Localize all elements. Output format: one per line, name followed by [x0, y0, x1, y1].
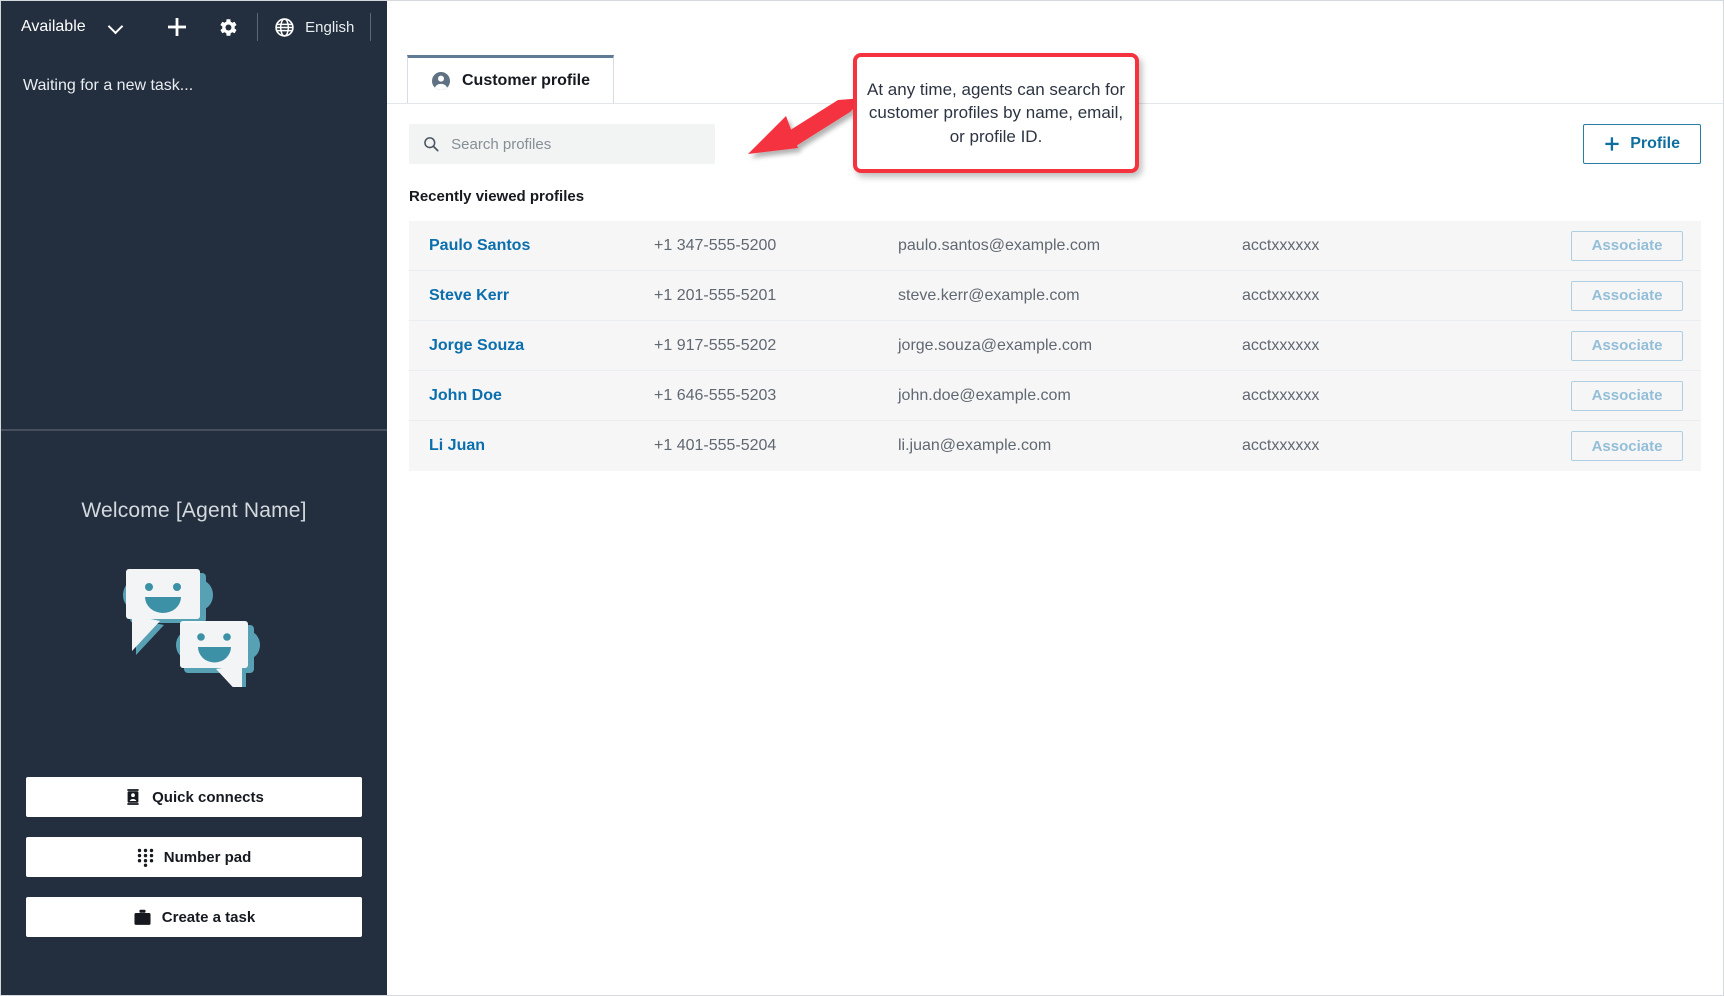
search-input[interactable]: [451, 136, 701, 153]
table-row[interactable]: Paulo Santos +1 347-555-5200 paulo.santo…: [409, 221, 1701, 271]
profile-phone: +1 646-555-5203: [654, 387, 898, 405]
recently-viewed-heading: Recently viewed profiles: [387, 188, 1723, 205]
associate-cell: Associate: [1553, 381, 1701, 411]
annotation-callout: At any time, agents can search for custo…: [853, 53, 1139, 173]
waiting-status-text: Waiting for a new task...: [23, 77, 365, 95]
associate-button[interactable]: Associate: [1571, 331, 1683, 361]
number-pad-label: Number pad: [164, 849, 252, 866]
table-row[interactable]: John Doe +1 646-555-5203 john.doe@exampl…: [409, 371, 1701, 421]
chevron-down-icon: [109, 20, 123, 34]
search-profiles-box[interactable]: [409, 124, 715, 164]
associate-cell: Associate: [1553, 231, 1701, 261]
associate-button[interactable]: Associate: [1571, 281, 1683, 311]
add-connection-button[interactable]: [163, 13, 191, 41]
profile-name-link[interactable]: Paulo Santos: [409, 237, 654, 255]
waiting-panel: Waiting for a new task...: [1, 53, 387, 431]
associate-cell: Associate: [1553, 431, 1701, 461]
tab-customer-profile-label: Customer profile: [462, 72, 590, 90]
ccp-top-actions: [163, 13, 241, 41]
profile-name-link[interactable]: Li Juan: [409, 437, 654, 455]
agent-status-dropdown[interactable]: Available: [21, 1, 141, 53]
profile-phone: +1 347-555-5200: [654, 237, 898, 255]
profile-email: paulo.santos@example.com: [898, 237, 1242, 255]
profile-account-id: acctxxxxxx: [1242, 237, 1553, 255]
agent-status-label: Available: [21, 18, 109, 36]
tab-customer-profile[interactable]: Customer profile: [407, 55, 614, 104]
profile-name-link[interactable]: Steve Kerr: [409, 287, 654, 305]
profile-name-link[interactable]: John Doe: [409, 387, 654, 405]
quick-connects-label: Quick connects: [152, 789, 264, 806]
toolbar-divider: [257, 13, 258, 41]
table-row[interactable]: Steve Kerr +1 201-555-5201 steve.kerr@ex…: [409, 271, 1701, 321]
profile-account-id: acctxxxxxx: [1242, 387, 1553, 405]
search-icon: [423, 135, 439, 153]
chat-bubbles-illustration: [114, 557, 274, 687]
settings-gear-button[interactable]: [213, 13, 241, 41]
plus-icon: [1604, 136, 1620, 152]
briefcase-icon: [133, 909, 152, 926]
associate-button[interactable]: Associate: [1571, 431, 1683, 461]
profile-email: jorge.souza@example.com: [898, 337, 1242, 355]
profile-phone: +1 401-555-5204: [654, 437, 898, 455]
profile-email: steve.kerr@example.com: [898, 287, 1242, 305]
associate-button[interactable]: Associate: [1571, 381, 1683, 411]
associate-button[interactable]: Associate: [1571, 231, 1683, 261]
ccp-top-bar: Available: [1, 1, 387, 53]
associate-cell: Associate: [1553, 281, 1701, 311]
welcome-panel: Welcome [Agent Name]: [1, 431, 387, 687]
globe-icon: [274, 17, 295, 38]
profile-account-id: acctxxxxxx: [1242, 337, 1553, 355]
agent-control-panel: Available: [1, 1, 387, 995]
number-pad-button[interactable]: Number pad: [26, 837, 362, 877]
profile-phone: +1 201-555-5201: [654, 287, 898, 305]
profile-email: li.juan@example.com: [898, 437, 1242, 455]
profile-name-link[interactable]: Jorge Souza: [409, 337, 654, 355]
associate-cell: Associate: [1553, 331, 1701, 361]
customer-profile-panel: Customer profile Profile Recently viewed…: [387, 53, 1723, 995]
user-circle-icon: [431, 71, 451, 91]
annotation-arrow-icon: [746, 96, 866, 166]
table-row[interactable]: Li Juan +1 401-555-5204 li.juan@example.…: [409, 421, 1701, 471]
welcome-agent-text: Welcome [Agent Name]: [81, 499, 306, 523]
table-row[interactable]: Jorge Souza +1 917-555-5202 jorge.souza@…: [409, 321, 1701, 371]
language-selector[interactable]: English: [274, 17, 354, 38]
profile-account-id: acctxxxxxx: [1242, 437, 1553, 455]
create-task-label: Create a task: [162, 909, 255, 926]
annotation-text: At any time, agents can search for custo…: [857, 78, 1135, 148]
amazon-connect-ccp-window: Available: [0, 0, 1724, 996]
recently-viewed-profiles-table: Paulo Santos +1 347-555-5200 paulo.santo…: [409, 221, 1701, 471]
profile-phone: +1 917-555-5202: [654, 337, 898, 355]
quick-connects-button[interactable]: Quick connects: [26, 777, 362, 817]
add-profile-label: Profile: [1630, 135, 1680, 153]
ccp-action-buttons: Quick connects Number pad: [26, 777, 362, 937]
add-profile-button[interactable]: Profile: [1583, 124, 1701, 164]
profile-account-id: acctxxxxxx: [1242, 287, 1553, 305]
contact-card-icon: [124, 788, 142, 806]
language-label: English: [305, 19, 354, 36]
dialpad-icon: [137, 848, 154, 867]
toolbar-divider-right: [370, 13, 371, 41]
create-task-button[interactable]: Create a task: [26, 897, 362, 937]
profile-email: john.doe@example.com: [898, 387, 1242, 405]
